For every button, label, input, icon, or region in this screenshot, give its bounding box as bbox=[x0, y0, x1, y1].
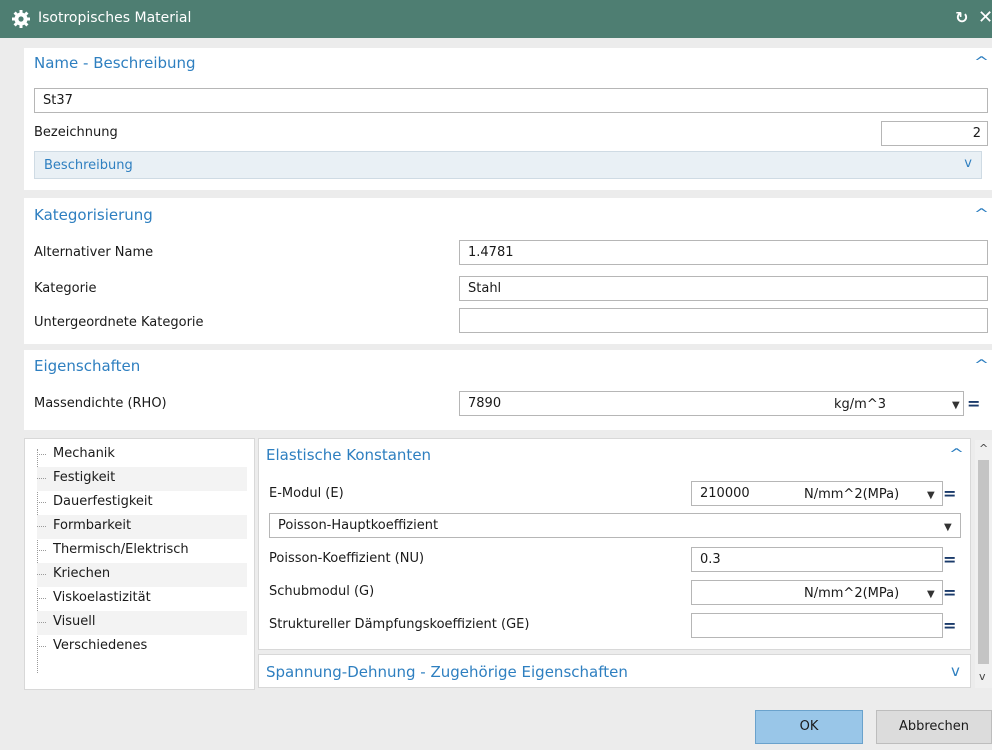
tree-item-formbarkeit[interactable]: Formbarkeit bbox=[37, 515, 247, 539]
chevron-down-icon[interactable]: v bbox=[951, 662, 960, 680]
equals-icon[interactable]: = bbox=[943, 484, 956, 503]
vertical-scrollbar[interactable]: ^ v bbox=[975, 440, 992, 688]
triangle-down-icon[interactable]: ▼ bbox=[927, 490, 935, 501]
density-value: 7890 bbox=[468, 396, 502, 411]
poisson-select[interactable]: Poisson-Hauptkoeffizient ▼ bbox=[269, 513, 961, 538]
tree-item-thermisch-elektrisch[interactable]: Thermisch/Elektrisch bbox=[37, 539, 247, 563]
label-damping: Struktureller Dämpfungskoeffizient (GE) bbox=[269, 617, 530, 632]
equals-icon[interactable]: = bbox=[943, 583, 956, 602]
section-heading-name[interactable]: Name - Beschreibung bbox=[34, 54, 196, 72]
label-shear-modulus: Schubmodul (G) bbox=[269, 584, 375, 599]
e-modulus-unit[interactable]: N/mm^2(MPa) bbox=[804, 487, 899, 502]
ok-button[interactable]: OK bbox=[755, 710, 863, 744]
label-e-modulus: E-Modul (E) bbox=[269, 486, 344, 501]
chevron-up-icon[interactable]: ^ bbox=[974, 358, 989, 373]
poisson-nu-field[interactable]: 0.3 bbox=[691, 547, 943, 572]
label-subcategory: Untergeordnete Kategorie bbox=[34, 315, 204, 330]
name-field[interactable]: St37 bbox=[34, 88, 988, 113]
tree-item-mechanik[interactable]: Mechanik bbox=[37, 443, 247, 467]
section-heading-elastic[interactable]: Elastische Konstanten bbox=[266, 446, 431, 464]
properties-section: Eigenschaften ^ Massendichte (RHO) 7890 … bbox=[24, 350, 992, 430]
density-unit[interactable]: kg/m^3 bbox=[834, 397, 886, 412]
triangle-down-icon[interactable]: ▼ bbox=[944, 522, 952, 533]
triangle-down-icon[interactable]: ▼ bbox=[952, 400, 960, 411]
cancel-button[interactable]: Abbrechen bbox=[876, 710, 992, 744]
beschreibung-heading: Beschreibung bbox=[44, 158, 133, 173]
section-heading-stress-strain: Spannung-Dehnung - Zugehörige Eigenschaf… bbox=[266, 663, 628, 681]
scroll-up-icon[interactable]: ^ bbox=[979, 442, 988, 455]
category-section: Kategorisierung ^ Alternativer Name 1.47… bbox=[24, 198, 992, 344]
equals-icon[interactable]: = bbox=[943, 550, 956, 569]
e-modulus-field[interactable]: 210000 N/mm^2(MPa) bbox=[691, 481, 943, 506]
chevron-down-icon[interactable]: v bbox=[964, 156, 972, 171]
shear-modulus-field[interactable]: N/mm^2(MPa) bbox=[691, 580, 943, 605]
chevron-up-icon[interactable]: ^ bbox=[949, 447, 964, 462]
gear-icon bbox=[12, 10, 30, 28]
shear-modulus-unit[interactable]: N/mm^2(MPa) bbox=[804, 586, 899, 601]
tree-item-festigkeit[interactable]: Festigkeit bbox=[37, 467, 247, 491]
tree-item-kriechen[interactable]: Kriechen bbox=[37, 563, 247, 587]
section-heading-category[interactable]: Kategorisierung bbox=[34, 206, 153, 224]
equals-icon[interactable]: = bbox=[943, 616, 956, 635]
triangle-down-icon[interactable]: ▼ bbox=[927, 589, 935, 600]
damping-field[interactable] bbox=[691, 613, 943, 638]
label-poisson-nu: Poisson-Koeffizient (NU) bbox=[269, 551, 425, 566]
scroll-down-icon[interactable]: v bbox=[979, 670, 986, 683]
chevron-up-icon[interactable]: ^ bbox=[974, 207, 989, 222]
property-tree: Mechanik Festigkeit Dauerfestigkeit Form… bbox=[24, 438, 255, 690]
tree-item-verschiedenes[interactable]: Verschiedenes bbox=[37, 635, 247, 659]
scroll-thumb[interactable] bbox=[978, 460, 989, 664]
label-density: Massendichte (RHO) bbox=[34, 396, 167, 411]
label-alternative-name: Alternativer Name bbox=[34, 245, 154, 260]
equals-icon[interactable]: = bbox=[967, 394, 980, 413]
stress-strain-panel[interactable]: Spannung-Dehnung - Zugehörige Eigenschaf… bbox=[258, 654, 971, 688]
subcategory-field[interactable] bbox=[459, 308, 988, 333]
e-modulus-value: 210000 bbox=[700, 486, 750, 501]
alternative-name-field[interactable]: 1.4781 bbox=[459, 240, 988, 265]
reset-icon[interactable]: ↻ bbox=[955, 8, 968, 27]
tree-item-dauerfestigkeit[interactable]: Dauerfestigkeit bbox=[37, 491, 247, 515]
density-field[interactable]: 7890 kg/m^3 bbox=[459, 391, 964, 416]
tree-item-visuell[interactable]: Visuell bbox=[37, 611, 247, 635]
poisson-select-value: Poisson-Hauptkoeffizient bbox=[278, 518, 439, 533]
elastic-constants-panel: Elastische Konstanten ^ E-Modul (E) 2100… bbox=[258, 438, 971, 650]
title-bar: Isotropisches Material ↻ ✕ bbox=[0, 0, 992, 38]
tree-item-viskoelastizitaet[interactable]: Viskoelastizität bbox=[37, 587, 247, 611]
chevron-up-icon[interactable]: ^ bbox=[974, 55, 989, 70]
category-field[interactable]: Stahl bbox=[459, 276, 988, 301]
label-bezeichnung: Bezeichnung bbox=[34, 125, 118, 140]
beschreibung-collapsed-bar[interactable]: Beschreibung v bbox=[34, 151, 982, 179]
bezeichnung-number-field[interactable]: 2 bbox=[881, 121, 988, 146]
section-heading-properties[interactable]: Eigenschaften bbox=[34, 357, 140, 375]
close-icon[interactable]: ✕ bbox=[978, 7, 992, 28]
name-section: Name - Beschreibung ^ St37 Bezeichnung 2… bbox=[24, 48, 992, 190]
label-category: Kategorie bbox=[34, 281, 97, 296]
window-title: Isotropisches Material bbox=[38, 10, 192, 26]
